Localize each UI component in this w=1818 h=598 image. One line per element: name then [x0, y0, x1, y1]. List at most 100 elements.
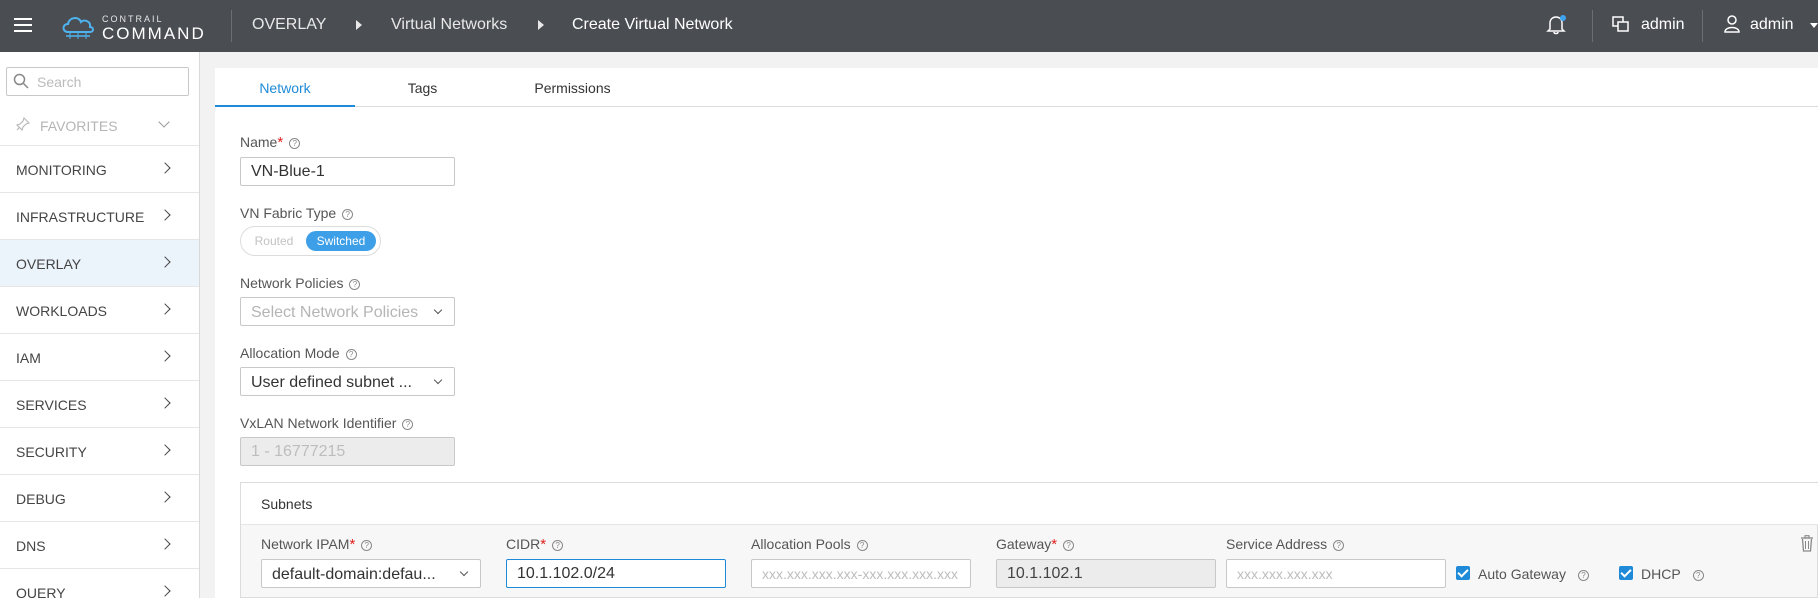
breadcrumb-arrow-icon — [538, 20, 544, 30]
sidebar-item-label: SECURITY — [16, 444, 87, 460]
cloud-logo-icon — [62, 17, 94, 39]
network-ipam-select[interactable]: default-domain:defau... — [261, 559, 481, 588]
search-icon — [13, 73, 29, 89]
network-policies-select[interactable]: Select Network Policies — [240, 297, 455, 326]
contrail-command-logo[interactable]: CONTRAIL COMMAND — [60, 10, 210, 44]
help-icon[interactable]: ? — [552, 540, 564, 551]
allocation-pools-input[interactable] — [751, 559, 971, 588]
sidebar-item-label: IAM — [16, 350, 41, 366]
cidr-label: CIDR*? — [506, 536, 564, 553]
help-icon[interactable]: ? — [1692, 570, 1704, 581]
network-ipam-label: Network IPAM*? — [261, 536, 373, 553]
name-input[interactable] — [240, 157, 455, 186]
help-icon[interactable]: ? — [402, 419, 414, 430]
chevron-right-icon — [159, 256, 171, 268]
allocation-mode-select[interactable]: User defined subnet ... — [240, 367, 455, 396]
sidebar-item-iam[interactable]: IAM — [0, 334, 199, 381]
sidebar-item-label: DNS — [16, 538, 46, 554]
pin-icon — [16, 117, 30, 131]
vxlan-id-input — [240, 437, 455, 466]
user-menu[interactable]: admin — [1750, 16, 1794, 34]
tab-permissions[interactable]: Permissions — [490, 68, 655, 107]
tenant-switch-icon — [1611, 14, 1631, 34]
fabric-switched-option[interactable]: Switched — [306, 231, 376, 251]
sidebar-item-monitoring[interactable]: MONITORING — [0, 146, 199, 193]
help-icon[interactable]: ? — [349, 279, 361, 290]
chevron-right-icon — [159, 209, 171, 221]
breadcrumb-create-virtual-network: Create Virtual Network — [572, 16, 733, 33]
sidebar-item-label: SERVICES — [16, 397, 87, 413]
sidebar-item-dns[interactable]: DNS — [0, 522, 199, 569]
dhcp-checkbox[interactable] — [1619, 566, 1633, 580]
subnets-title: Subnets — [261, 496, 313, 512]
breadcrumb-arrow-icon — [356, 20, 362, 30]
help-icon[interactable]: ? — [345, 349, 357, 360]
fabric-type-label: VN Fabric Type? — [240, 205, 354, 221]
tab-tags[interactable]: Tags — [355, 68, 490, 107]
chevron-right-icon — [159, 350, 171, 362]
help-icon[interactable]: ? — [361, 540, 373, 551]
help-icon[interactable]: ? — [289, 138, 301, 149]
help-icon[interactable]: ? — [1333, 540, 1345, 551]
vxlan-id-label: VxLAN Network Identifier? — [240, 415, 414, 431]
chevron-right-icon — [159, 444, 171, 456]
name-label: Name*? — [240, 134, 301, 151]
user-icon — [1722, 14, 1742, 34]
allocation-pools-label: Allocation Pools? — [751, 536, 868, 552]
favorites-toggle[interactable]: FAVORITES — [0, 104, 199, 146]
fabric-type-toggle: Routed Switched — [240, 226, 381, 256]
gateway-label: Gateway*? — [996, 536, 1075, 553]
sidebar: FAVORITES MONITORING INFRASTRUCTURE OVER… — [0, 52, 200, 598]
help-icon[interactable]: ? — [1063, 540, 1075, 551]
divider — [1592, 10, 1593, 42]
breadcrumb-virtual-networks[interactable]: Virtual Networks — [391, 16, 507, 34]
chevron-down-icon — [433, 305, 443, 315]
sidebar-item-label: INFRASTRUCTURE — [16, 209, 145, 225]
tab-bar: Network Tags Permissions — [215, 68, 1818, 107]
sidebar-item-workloads[interactable]: WORKLOADS — [0, 287, 199, 334]
tab-network[interactable]: Network — [215, 68, 355, 107]
create-network-panel: Network Tags Permissions Name*? VN Fabri… — [215, 68, 1818, 598]
chevron-right-icon — [159, 491, 171, 503]
sidebar-item-debug[interactable]: DEBUG — [0, 475, 199, 522]
search-input[interactable] — [37, 73, 182, 91]
chevron-down-icon — [158, 116, 170, 128]
help-icon[interactable]: ? — [1577, 570, 1589, 581]
sidebar-item-label: MONITORING — [16, 162, 107, 178]
user-menu-caret-icon[interactable] — [1810, 23, 1818, 28]
sidebar-item-label: WORKLOADS — [16, 303, 108, 319]
notification-bell-icon[interactable] — [1545, 13, 1567, 35]
auto-gateway-label: Auto Gateway? — [1478, 566, 1589, 582]
sidebar-item-security[interactable]: SECURITY — [0, 428, 199, 475]
sidebar-item-services[interactable]: SERVICES — [0, 381, 199, 428]
subnets-section: Subnets Network IPAM*? default-domain:de… — [240, 482, 1818, 598]
help-icon[interactable]: ? — [342, 209, 354, 220]
allocation-mode-label: Allocation Mode? — [240, 345, 357, 361]
sidebar-item-label: DEBUG — [16, 491, 66, 507]
divider — [1702, 10, 1703, 42]
breadcrumb-overlay[interactable]: OVERLAY — [252, 16, 326, 34]
tenant-selector[interactable]: admin — [1641, 16, 1685, 34]
delete-subnet-trash-icon[interactable] — [1800, 535, 1814, 557]
auto-gateway-checkbox[interactable] — [1456, 566, 1470, 580]
help-icon[interactable]: ? — [856, 540, 868, 551]
chevron-right-icon — [159, 303, 171, 315]
gateway-input — [996, 559, 1216, 588]
notification-dot — [1560, 15, 1566, 21]
top-bar: CONTRAIL COMMAND OVERLAY Virtual Network… — [0, 0, 1818, 52]
chevron-right-icon — [159, 538, 171, 550]
cidr-input[interactable] — [506, 559, 726, 588]
hamburger-menu-icon[interactable] — [14, 14, 32, 36]
logo-text-small: CONTRAIL — [102, 14, 164, 24]
network-policies-placeholder: Select Network Policies — [251, 304, 419, 321]
sidebar-item-overlay[interactable]: OVERLAY — [0, 240, 199, 287]
fabric-routed-option[interactable]: Routed — [249, 231, 299, 251]
chevron-right-icon — [159, 585, 171, 597]
network-policies-label: Network Policies? — [240, 275, 361, 291]
chevron-right-icon — [159, 162, 171, 174]
sidebar-item-query[interactable]: QUERY — [0, 569, 199, 598]
sidebar-item-infrastructure[interactable]: INFRASTRUCTURE — [0, 193, 199, 240]
subnets-header: Subnets — [241, 483, 1818, 525]
service-address-input[interactable] — [1226, 559, 1446, 588]
required-marker: * — [277, 134, 284, 151]
